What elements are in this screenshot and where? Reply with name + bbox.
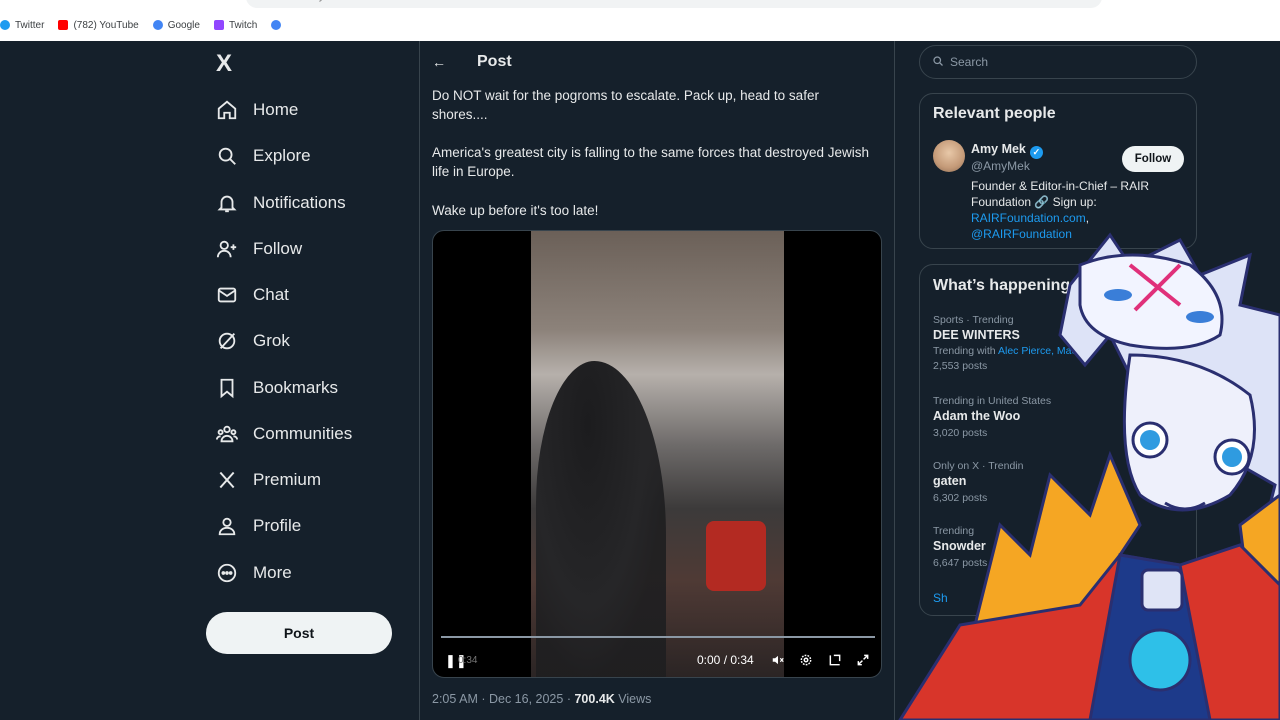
mail-icon	[214, 282, 240, 308]
nav-home[interactable]: Home	[214, 90, 298, 130]
home-icon	[214, 97, 240, 123]
x-icon	[214, 467, 240, 493]
bookmark-google-2[interactable]	[271, 20, 286, 30]
back-arrow-icon[interactable]: ←	[432, 54, 446, 70]
more-icon	[214, 560, 240, 586]
google-icon	[152, 20, 163, 30]
video-remaining-time: 0:34	[458, 655, 478, 666]
meta-separator: ·	[566, 692, 571, 706]
nav-follow[interactable]: Follow	[214, 229, 302, 269]
video-time: 0:00 / 0:34	[697, 653, 754, 667]
views-count: 700.4K	[574, 692, 615, 706]
video-controls: ❚❚ 0:34 0:00 / 0:34	[433, 649, 881, 673]
user-name[interactable]: Amy Mek ✓	[971, 142, 1043, 159]
bookmark-icon	[214, 375, 240, 401]
settings-icon[interactable]	[799, 653, 813, 670]
bookmark-youtube[interactable]: (782) YouTube	[58, 20, 139, 31]
fullscreen-icon[interactable]	[856, 653, 870, 670]
follow-button[interactable]: Follow	[1122, 146, 1184, 172]
video-progress-bar[interactable]	[441, 636, 875, 638]
main-column: ← Post Do NOT wait for the pogroms to es…	[419, 41, 895, 720]
google-icon	[271, 20, 282, 30]
nav-communities[interactable]: Communities	[214, 414, 352, 454]
views-label: Views	[618, 692, 652, 706]
video-content	[706, 521, 766, 591]
twitch-icon	[213, 20, 224, 30]
tweet-timestamp[interactable]: 2:05 AM · Dec 16, 2025	[432, 692, 563, 706]
nav-premium[interactable]: Premium	[214, 460, 321, 500]
browser-chrome: x.com/AmyMek/status/2000624576457645956 …	[0, 0, 1280, 41]
nav-explore[interactable]: Explore	[214, 136, 311, 176]
twitter-icon	[0, 20, 10, 30]
bookmark-twitter[interactable]: Twitter	[0, 20, 44, 31]
picture-in-picture-icon[interactable]	[828, 653, 842, 670]
x-logo-icon[interactable]: X	[216, 52, 240, 76]
tweet-paragraph: Do NOT wait for the pogroms to escalate.…	[432, 88, 819, 122]
tweet-meta: 2:05 AM · Dec 16, 2025 · 700.4K Views	[432, 692, 651, 706]
nav-notifications[interactable]: Notifications	[214, 183, 346, 223]
panel-title: Relevant people	[933, 105, 1056, 122]
nav-profile[interactable]: Profile	[214, 506, 301, 546]
search-icon	[932, 55, 944, 70]
nav-grok[interactable]: Grok	[214, 321, 290, 361]
tweet-paragraph: America's greatest city is falling to th…	[432, 145, 870, 179]
youtube-icon	[58, 20, 69, 30]
bookmark-twitch[interactable]: Twitch	[213, 20, 257, 31]
page-title: Post	[477, 53, 512, 70]
search-input[interactable]: Search	[919, 45, 1197, 79]
bookmarks-bar: Twitter (782) YouTube Google Twitch	[0, 16, 300, 34]
tweet-paragraph: Wake up before it's too late!	[432, 203, 599, 218]
grok-icon	[214, 328, 240, 354]
video-frame	[531, 231, 784, 677]
verified-badge-icon: ✓	[1029, 146, 1043, 159]
avatar[interactable]	[933, 140, 965, 172]
mute-icon[interactable]	[771, 653, 785, 670]
video-player[interactable]: ❚❚ 0:34 0:00 / 0:34	[432, 230, 882, 678]
search-placeholder: Search	[950, 55, 989, 69]
search-icon	[214, 143, 240, 169]
video-content	[536, 361, 666, 677]
user-handle: @AmyMek	[971, 159, 1030, 173]
person-add-icon	[214, 236, 240, 262]
bell-icon	[214, 190, 240, 216]
post-button[interactable]: Post	[206, 612, 392, 654]
bookmark-google[interactable]: Google	[152, 20, 200, 31]
bio-link[interactable]: RAIRFoundation.com	[971, 211, 1086, 225]
streamer-avatar-overlay	[898, 232, 1280, 720]
person-icon	[214, 513, 240, 539]
nav-bookmarks[interactable]: Bookmarks	[214, 368, 338, 408]
address-bar[interactable]: x.com/AmyMek/status/2000624576457645956	[246, 0, 1102, 8]
nav-more[interactable]: More	[214, 553, 292, 593]
people-icon	[214, 421, 240, 447]
nav-chat[interactable]: Chat	[214, 275, 289, 315]
